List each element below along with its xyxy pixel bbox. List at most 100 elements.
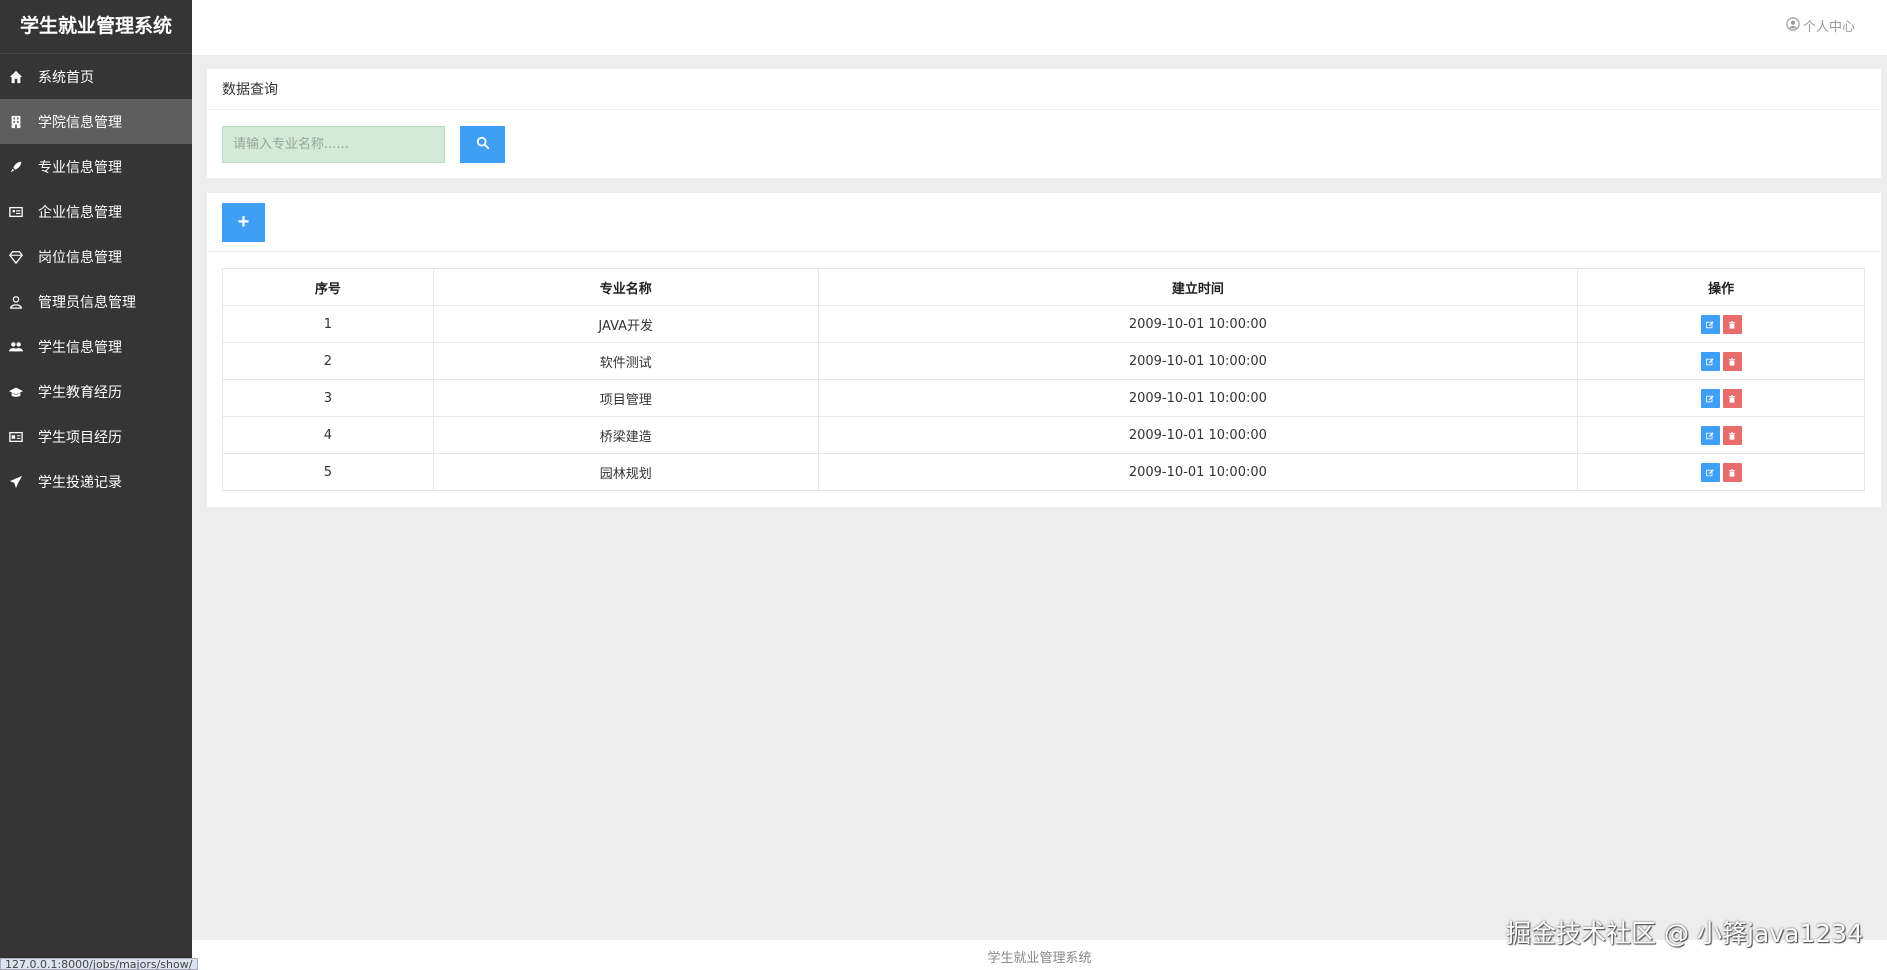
sidebar-item-company[interactable]: 企业信息管理	[0, 189, 192, 234]
sidebar-item-label: 学生信息管理	[38, 339, 122, 356]
cell-index: 3	[222, 379, 434, 417]
table-row: 1 JAVA开发 2009-10-01 10:00:00	[222, 305, 1865, 343]
sidebar-item-label: 学生项目经历	[38, 429, 122, 446]
user-center-label: 个人中心	[1802, 20, 1855, 35]
sidebar-item-education[interactable]: 学生教育经历	[0, 369, 192, 414]
trash-icon	[1728, 391, 1736, 406]
table-row: 4 桥梁建造 2009-10-01 10:00:00	[222, 416, 1865, 454]
cell-index: 5	[222, 453, 434, 491]
trash-icon	[1728, 465, 1736, 480]
paper-plane-icon	[8, 474, 24, 490]
edit-icon	[1706, 354, 1714, 369]
column-header-name: 专业名称	[432, 268, 819, 306]
table-row: 5 园林规划 2009-10-01 10:00:00	[222, 453, 1865, 491]
cell-major-name: 桥梁建造	[432, 416, 819, 454]
sidebar-item-delivery[interactable]: 学生投递记录	[0, 459, 192, 504]
users-icon	[8, 339, 24, 355]
row-actions	[1700, 388, 1742, 408]
edit-button[interactable]	[1700, 314, 1720, 334]
majors-table: 序号 专业名称 建立时间 操作 1 JAVA开发 2009-10-01 10:00:…	[222, 268, 1865, 491]
sidebar-item-label: 系统首页	[38, 69, 94, 86]
table-row: 3 项目管理 2009-10-01 10:00:00	[222, 379, 1865, 417]
row-actions	[1700, 462, 1742, 482]
edit-icon	[1706, 391, 1714, 406]
cell-actions	[1577, 416, 1865, 454]
sidebar-item-project[interactable]: 学生项目经历	[0, 414, 192, 459]
sidebar-item-label: 企业信息管理	[38, 204, 122, 221]
sidebar-item-admin[interactable]: 管理员信息管理	[0, 279, 192, 324]
search-input[interactable]	[222, 126, 445, 163]
cell-index: 4	[222, 416, 434, 454]
edit-icon	[1706, 465, 1714, 480]
trash-icon	[1728, 428, 1736, 443]
cell-actions	[1577, 342, 1865, 380]
sidebar-item-position[interactable]: 岗位信息管理	[0, 234, 192, 279]
sidebar-item-college[interactable]: 学院信息管理	[0, 99, 192, 144]
sidebar-item-label: 学院信息管理	[38, 114, 122, 131]
top-header: 个人中心	[192, 0, 1887, 55]
search-panel: 数据查询	[207, 69, 1881, 178]
sidebar: 学生就业管理系统 系统首页 学院信息管理 专业信息管理 企业信息管理 岗位信息管…	[0, 0, 192, 970]
sidebar-item-label: 学生教育经历	[38, 384, 122, 401]
building-icon	[8, 114, 24, 130]
column-header-created: 建立时间	[817, 268, 1579, 306]
delete-button[interactable]	[1722, 388, 1742, 408]
cell-actions	[1577, 305, 1865, 343]
cell-major-name: 园林规划	[432, 453, 819, 491]
status-url: 127.0.0.1:8000/jobs/majors/show/	[0, 958, 198, 970]
app-title: 学生就业管理系统	[0, 0, 192, 54]
delete-button[interactable]	[1722, 462, 1742, 482]
sidebar-item-major[interactable]: 专业信息管理	[0, 144, 192, 189]
edit-icon	[1706, 428, 1714, 443]
table-row: 2 软件测试 2009-10-01 10:00:00	[222, 342, 1865, 380]
id-card-icon	[8, 204, 24, 220]
cell-created-time: 2009-10-01 10:00:00	[817, 305, 1579, 343]
row-actions	[1700, 351, 1742, 371]
user-center-link[interactable]: 个人中心	[1786, 16, 1855, 35]
sidebar-item-label: 管理员信息管理	[38, 294, 136, 311]
search-panel-title: 数据查询	[207, 69, 1881, 110]
cell-created-time: 2009-10-01 10:00:00	[817, 416, 1579, 454]
sidebar-item-label: 专业信息管理	[38, 159, 122, 176]
search-button[interactable]	[460, 126, 505, 163]
cell-created-time: 2009-10-01 10:00:00	[817, 379, 1579, 417]
cell-actions	[1577, 379, 1865, 417]
search-icon	[476, 136, 490, 153]
address-card-icon	[8, 429, 24, 445]
column-header-index: 序号	[222, 268, 434, 306]
graduation-cap-icon	[8, 384, 24, 400]
edit-icon	[1706, 317, 1714, 332]
table-header-row: 序号 专业名称 建立时间 操作	[222, 268, 1865, 306]
sidebar-item-student[interactable]: 学生信息管理	[0, 324, 192, 369]
home-icon	[8, 69, 24, 85]
cell-created-time: 2009-10-01 10:00:00	[817, 342, 1579, 380]
trash-icon	[1728, 317, 1736, 332]
delete-button[interactable]	[1722, 314, 1742, 334]
user-icon	[8, 294, 24, 310]
add-button[interactable]: +	[222, 203, 265, 242]
sidebar-item-label: 岗位信息管理	[38, 249, 122, 266]
edit-button[interactable]	[1700, 351, 1720, 371]
table-panel: + 序号 专业名称 建立时间 操作 1 JAVA开发 2009-10-01 10:0…	[207, 193, 1881, 507]
sidebar-item-label: 学生投递记录	[38, 474, 122, 491]
divider	[207, 251, 1881, 252]
edit-button[interactable]	[1700, 425, 1720, 445]
rocket-icon	[8, 159, 24, 175]
cell-index: 2	[222, 342, 434, 380]
watermark: 掘金技术社区 @ 小箨java1234	[1506, 919, 1863, 948]
trash-icon	[1728, 354, 1736, 369]
column-header-actions: 操作	[1577, 268, 1865, 306]
edit-button[interactable]	[1700, 462, 1720, 482]
cell-created-time: 2009-10-01 10:00:00	[817, 453, 1579, 491]
delete-button[interactable]	[1722, 425, 1742, 445]
user-circle-icon	[1786, 16, 1803, 35]
cell-index: 1	[222, 305, 434, 343]
cell-actions	[1577, 453, 1865, 491]
search-row	[222, 126, 505, 163]
diamond-icon	[8, 249, 24, 265]
row-actions	[1700, 314, 1742, 334]
sidebar-item-home[interactable]: 系统首页	[0, 54, 192, 99]
delete-button[interactable]	[1722, 351, 1742, 371]
edit-button[interactable]	[1700, 388, 1720, 408]
cell-major-name: 项目管理	[432, 379, 819, 417]
